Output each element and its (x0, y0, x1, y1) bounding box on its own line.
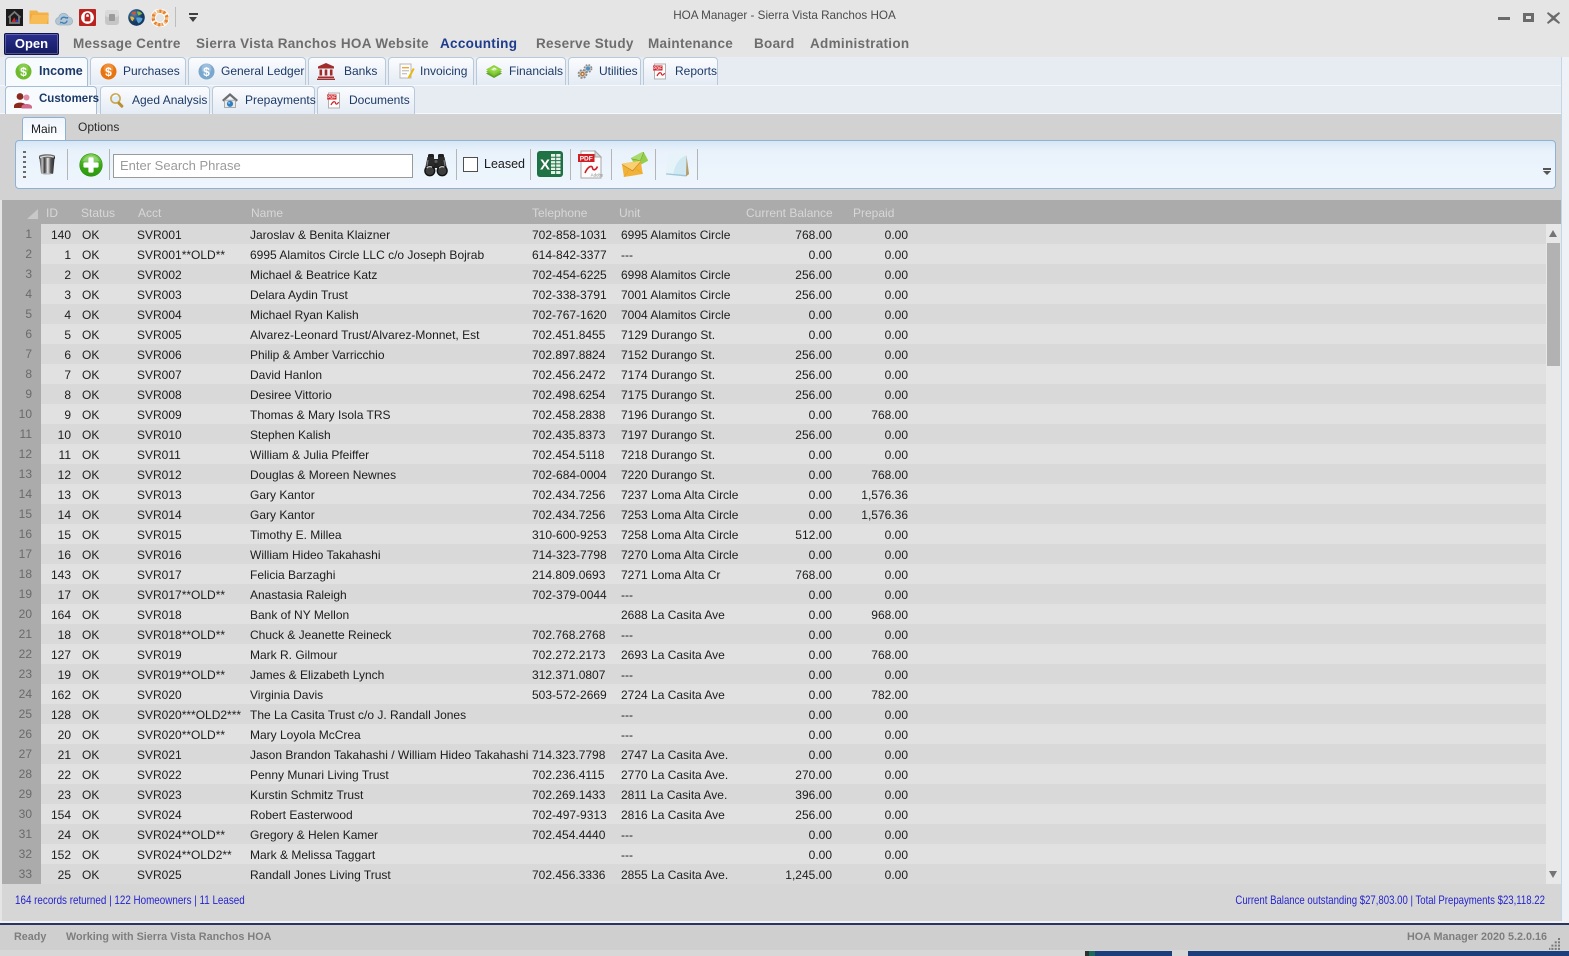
svg-text:PDF: PDF (580, 155, 593, 162)
svg-text:$: $ (105, 65, 112, 79)
svg-text:X: X (540, 157, 550, 174)
svg-text:$: $ (203, 65, 210, 79)
svg-text:PDF: PDF (327, 95, 336, 100)
svg-text:$: $ (20, 65, 27, 79)
svg-text:PDF: PDF (653, 66, 662, 71)
svg-text:Adobe: Adobe (591, 173, 603, 178)
